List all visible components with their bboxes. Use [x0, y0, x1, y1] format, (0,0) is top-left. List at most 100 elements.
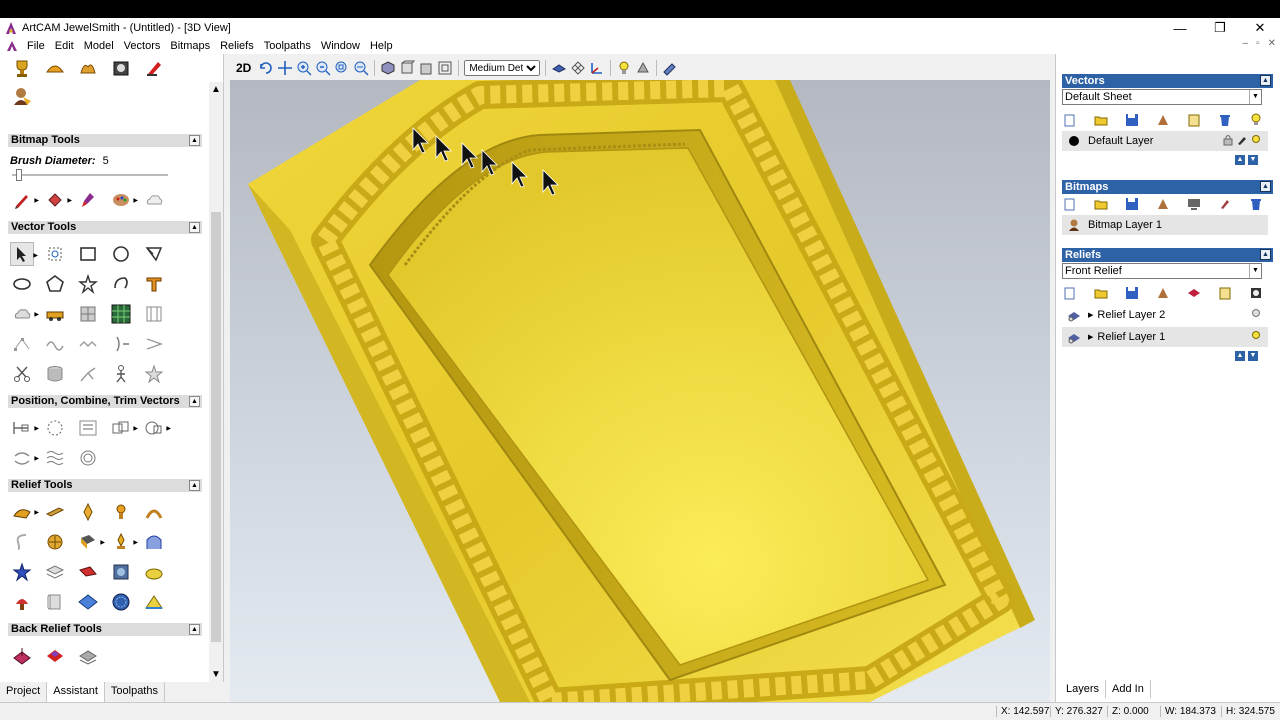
nesting-icon[interactable] [76, 416, 100, 440]
transform-icon[interactable] [43, 242, 67, 266]
arch-icon[interactable] [142, 530, 166, 554]
cloud-vector-icon[interactable]: ▶ [10, 302, 39, 326]
lock-icon[interactable] [1222, 134, 1234, 149]
polyline-icon[interactable] [142, 242, 166, 266]
back-relief-pink-icon[interactable] [10, 644, 34, 668]
new-relief-icon[interactable] [1062, 285, 1078, 301]
cloud-icon[interactable] [142, 188, 166, 212]
weld-icon[interactable]: ▶ [109, 416, 138, 440]
spiral-icon[interactable] [76, 446, 100, 470]
dotted-circle-icon[interactable] [43, 416, 67, 440]
menu-vectors[interactable]: Vectors [119, 40, 166, 52]
edit-pencil-icon[interactable] [1236, 134, 1248, 149]
left-panel-scrollbar[interactable]: ▲ ▼ [209, 82, 223, 682]
relief-sculpt-icon[interactable]: ▶ [109, 530, 138, 554]
delete-icon[interactable] [1248, 196, 1264, 212]
save-icon[interactable] [1124, 112, 1140, 128]
menu-window[interactable]: Window [316, 40, 365, 52]
node-edit-icon[interactable] [10, 332, 34, 356]
weave-icon[interactable] [43, 530, 67, 554]
maximize-button[interactable]: ❐ [1200, 18, 1240, 38]
visibility-bulb-icon[interactable] [1250, 330, 1262, 345]
vector-sheet-select[interactable]: Default Sheet ▼ [1062, 89, 1262, 105]
detail-level-select[interactable]: Medium Detail [464, 60, 541, 76]
layer-color-dot-icon[interactable] [1066, 133, 1082, 149]
collapse-icon[interactable]: ▲ [1260, 249, 1271, 260]
save-icon[interactable] [1124, 285, 1140, 301]
extrude-icon[interactable] [43, 500, 67, 524]
relief-book-icon[interactable]: ▶ [76, 530, 105, 554]
polygon-icon[interactable] [43, 272, 67, 296]
tab-project[interactable]: Project [0, 682, 48, 702]
pencil-icon[interactable]: ▶ [10, 188, 39, 212]
relief-layer-row[interactable]: ▶ Relief Layer 1 [1062, 327, 1268, 347]
layer-stack-icon[interactable] [43, 560, 67, 584]
position-tools-header[interactable]: Position, Combine, Trim Vectors ▲ [8, 395, 202, 408]
tab-assistant[interactable]: Assistant [47, 682, 105, 702]
close-button[interactable]: ✕ [1240, 18, 1280, 38]
light-bulb-icon[interactable] [616, 60, 632, 76]
relief-select[interactable]: Front Relief ▼ [1062, 263, 1262, 279]
move-up-icon[interactable]: ▲ [1235, 155, 1245, 165]
menu-toolpaths[interactable]: Toolpaths [259, 40, 316, 52]
red-hat-icon[interactable] [10, 590, 34, 614]
portrait-bitmap-icon[interactable] [10, 84, 34, 108]
rotate-icon[interactable] [258, 60, 274, 76]
select-arrow-icon[interactable]: ▶ [10, 242, 38, 266]
bitmap-tools-header[interactable]: Bitmap Tools ▲ [8, 134, 202, 147]
rectangle-icon[interactable] [76, 242, 100, 266]
star-burst-icon[interactable] [142, 362, 166, 386]
lightbulb-icon[interactable] [1248, 112, 1264, 128]
collapse-icon[interactable]: ▲ [189, 480, 200, 491]
ellipse-icon[interactable] [10, 272, 34, 296]
draw-tool-icon[interactable] [662, 60, 678, 76]
pan-icon[interactable] [277, 60, 293, 76]
merge-layer-icon[interactable] [1155, 285, 1171, 301]
vector-tools-header[interactable]: Vector Tools ▲ [8, 221, 202, 234]
palette-icon[interactable]: ▶ [109, 188, 138, 212]
scroll-icon[interactable] [43, 590, 67, 614]
circle-icon[interactable] [109, 242, 133, 266]
spin-icon[interactable] [76, 500, 100, 524]
relief-layer-row[interactable]: ▶ Relief Layer 2 [1062, 305, 1268, 325]
axes-icon[interactable] [589, 60, 605, 76]
move-up-icon[interactable]: ▲ [1235, 351, 1245, 361]
relief-layer-icon[interactable] [1066, 307, 1082, 323]
camera-icon[interactable] [109, 56, 133, 80]
bitmap-layer-row[interactable]: Bitmap Layer 1 [1062, 215, 1268, 235]
minimize-button[interactable]: — [1160, 18, 1200, 38]
delete-icon[interactable] [1217, 112, 1233, 128]
trim-icon[interactable]: ▶ [142, 416, 171, 440]
relief-tools-header[interactable]: Relief Tools ▲ [8, 479, 202, 492]
menu-file[interactable]: File [22, 40, 50, 52]
bitmaps-header[interactable]: Bitmaps ▲ [1062, 180, 1273, 194]
open-folder-icon[interactable] [1093, 112, 1109, 128]
shaded-view-icon[interactable] [551, 60, 567, 76]
back-relief-grey-icon[interactable] [76, 644, 100, 668]
slider-knob[interactable] [16, 169, 22, 181]
sand-pile-icon[interactable] [142, 590, 166, 614]
texture-sphere-icon[interactable] [109, 560, 133, 584]
relief-display-icon[interactable] [1248, 285, 1264, 301]
visibility-bulb-off-icon[interactable] [1250, 308, 1262, 323]
move-down-icon[interactable]: ▼ [1248, 351, 1258, 361]
blue-star-icon[interactable] [10, 560, 34, 584]
vectors-header[interactable]: Vectors ▲ [1062, 74, 1273, 88]
trophy-icon[interactable] [10, 56, 34, 80]
back-relief-red-icon[interactable] [43, 644, 67, 668]
clipboard-icon[interactable] [1217, 285, 1233, 301]
collapse-icon[interactable]: ▲ [189, 396, 200, 407]
tab-add-in[interactable]: Add In [1106, 680, 1151, 698]
paint-fill-icon[interactable]: ▶ [43, 188, 72, 212]
turn-icon[interactable] [109, 500, 133, 524]
reliefs-header[interactable]: Reliefs ▲ [1062, 248, 1273, 262]
2d-view-button[interactable]: 2D [236, 61, 251, 75]
chevron-down-icon[interactable]: ▼ [1249, 90, 1261, 104]
save-icon[interactable] [1124, 196, 1140, 212]
arc-icon[interactable] [109, 272, 133, 296]
vector-layer-row[interactable]: Default Layer [1062, 131, 1268, 151]
3d-viewport[interactable] [230, 80, 1050, 702]
mdi-restore-button[interactable]: ▫ [1256, 38, 1260, 49]
mdi-close-button[interactable]: ✕ [1268, 38, 1276, 49]
chevron-down-icon[interactable]: ▼ [1249, 264, 1261, 278]
